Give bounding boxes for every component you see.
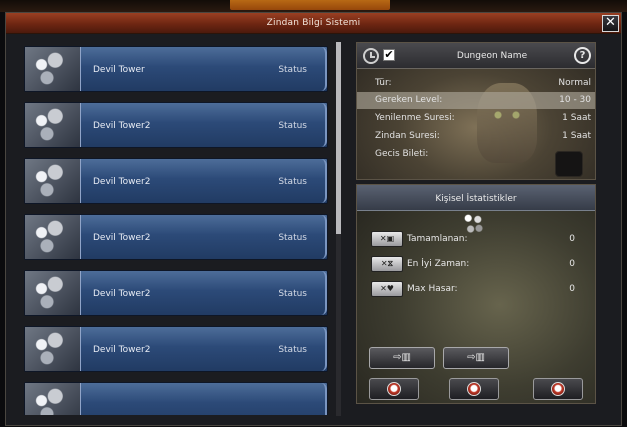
dungeon-thumbnail-icon (25, 103, 81, 147)
dungeon-name: Devil Tower (93, 65, 145, 75)
dungeon-name: Devil Tower2 (93, 233, 151, 243)
dungeon-status: Status (278, 233, 307, 243)
dungeon-name: Devil Tower2 (93, 345, 151, 355)
notify-checkbox[interactable]: ✔ (383, 49, 395, 61)
reward-button-2[interactable] (449, 378, 499, 400)
dungeon-list-item[interactable] (24, 382, 328, 415)
dungeon-list: Devil Tower Status Devil Tower2 Status D… (24, 41, 330, 415)
dungeon-list-item[interactable]: Devil Tower Status (24, 46, 328, 92)
reward-button-1[interactable] (369, 378, 419, 400)
dungeon-name: Devil Tower2 (93, 121, 151, 131)
dungeon-thumbnail-icon (25, 383, 81, 415)
info-row-duration: Zindan Suresi: 1 Saat (357, 128, 595, 145)
dungeon-list-item[interactable]: Devil Tower2 Status (24, 270, 328, 316)
info-label: Gereken Level: (375, 95, 443, 105)
dungeon-status: Status (278, 121, 307, 131)
close-button[interactable]: ✕ (602, 15, 619, 32)
reward-button-3[interactable] (533, 378, 583, 400)
info-value: 10 - 30 (559, 95, 591, 105)
skull-icon (551, 382, 565, 396)
stats-title: Kişisel İstatistikler (435, 194, 517, 204)
info-label: Zindan Suresi: (375, 131, 440, 141)
enter-dungeon-button-2[interactable]: ⇨▥ (443, 347, 509, 369)
scrollbar-thumb[interactable] (336, 42, 341, 234)
dungeon-list-item[interactable]: Devil Tower2 Status (24, 102, 328, 148)
dungeon-info-panel: ✔ Dungeon Name ? Tür: Normal Gereken Lev… (356, 42, 596, 180)
info-row-type: Tür: Normal (357, 75, 595, 92)
stat-value: 0 (569, 259, 575, 269)
info-label: Gecis Bileti: (375, 149, 429, 159)
ticket-item-slot[interactable] (555, 151, 583, 177)
info-row-respawn: Yenilenme Suresi: 1 Saat (357, 110, 595, 127)
stat-row-max-damage: ✕♥ Max Hasar: 0 (357, 281, 595, 299)
stat-label: Max Hasar: (407, 284, 458, 294)
stat-label: Tamamlanan: (407, 234, 468, 244)
stat-value: 0 (569, 234, 575, 244)
personal-stats-panel: Kişisel İstatistikler ✕▣ Tamamlanan: 0 ✕… (356, 184, 596, 404)
info-label: Yenilenme Suresi: (375, 113, 455, 123)
help-icon[interactable]: ? (574, 47, 591, 64)
dungeon-list-scrollbar[interactable] (336, 42, 341, 416)
dungeon-thumbnail-icon (25, 47, 81, 91)
stats-header: Kişisel İstatistikler (357, 185, 595, 211)
dungeon-info-header: ✔ Dungeon Name ? (357, 43, 595, 69)
dungeon-info-window: Zindan Bilgi Sistemi ✕ Devil Tower Statu… (5, 12, 622, 426)
dungeon-thumbnail-icon (25, 271, 81, 315)
dungeon-name: Devil Tower2 (93, 177, 151, 187)
dungeon-list-item[interactable]: Devil Tower2 Status (24, 158, 328, 204)
info-label: Tür: (375, 78, 392, 88)
background-header-art (0, 0, 627, 12)
stat-label: En İyi Zaman: (407, 259, 470, 269)
dungeon-thumbnail-icon (25, 327, 81, 371)
skull-icon (467, 382, 481, 396)
stat-value: 0 (569, 284, 575, 294)
skull-icon (387, 382, 401, 396)
stat-row-best-time: ✕⧖ En İyi Zaman: 0 (357, 256, 595, 274)
enter-dungeon-button[interactable]: ⇨▥ (369, 347, 435, 369)
title-bar[interactable]: Zindan Bilgi Sistemi ✕ (6, 13, 621, 34)
dungeon-list-item[interactable]: Devil Tower2 Status (24, 326, 328, 372)
dungeon-status: Status (278, 177, 307, 187)
best-time-icon: ✕⧖ (371, 256, 403, 272)
stat-row-completed: ✕▣ Tamamlanan: 0 (357, 231, 595, 249)
completed-icon: ✕▣ (371, 231, 403, 247)
dungeon-thumbnail-icon (25, 215, 81, 259)
dungeon-name: Devil Tower2 (93, 289, 151, 299)
alarm-clock-icon[interactable] (363, 48, 379, 64)
info-value: 1 Saat (562, 131, 591, 141)
dungeon-thumbnail-icon (25, 159, 81, 203)
info-row-level: Gereken Level: 10 - 30 (357, 92, 595, 109)
dungeon-status: Status (278, 289, 307, 299)
game-logo-fragment (230, 0, 390, 10)
max-damage-icon: ✕♥ (371, 281, 403, 297)
dungeon-list-item[interactable]: Devil Tower2 Status (24, 214, 328, 260)
info-value: Normal (558, 78, 591, 88)
window-title: Zindan Bilgi Sistemi (266, 18, 361, 28)
dungeon-status: Status (278, 65, 307, 75)
info-value: 1 Saat (562, 113, 591, 123)
dungeon-title: Dungeon Name (456, 51, 528, 61)
dungeon-status: Status (278, 345, 307, 355)
